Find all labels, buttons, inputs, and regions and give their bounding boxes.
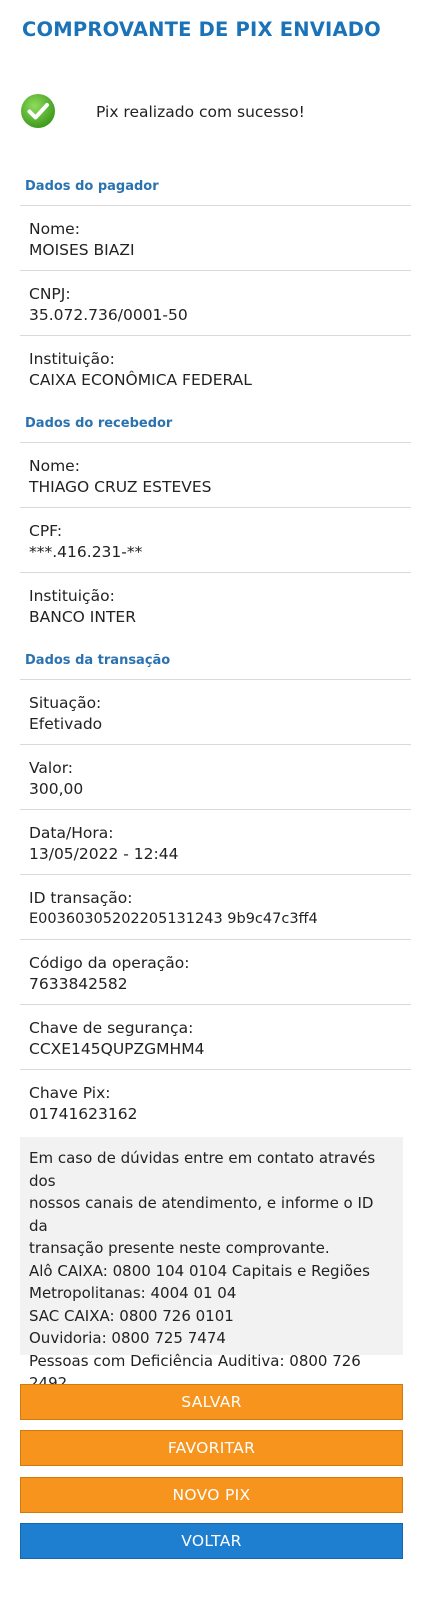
field-value: 13/05/2022 - 12:44 xyxy=(29,845,179,863)
success-text: Pix realizado com sucesso! xyxy=(96,103,305,121)
field-chave-pix: Chave Pix: 01741623162 xyxy=(20,1070,411,1135)
field-label: Instituição: xyxy=(29,350,115,368)
field-label: Situação: xyxy=(29,694,102,712)
section-title-transacao: Dados da transação xyxy=(20,647,411,680)
info-line: Em caso de dúvidas entre em contato atra… xyxy=(29,1149,376,1190)
section-title-pagador: Dados do pagador xyxy=(20,173,411,206)
field-label: Instituição: xyxy=(29,587,115,605)
field-value: ***.416.231-** xyxy=(29,543,143,561)
new-pix-button[interactable]: NOVO PIX xyxy=(20,1477,403,1513)
info-line: Ouvidoria: 0800 725 7474 xyxy=(29,1329,226,1347)
section-title-recebedor: Dados do recebedor xyxy=(20,410,411,443)
field-value: 01741623162 xyxy=(29,1105,138,1123)
field-label: Valor: xyxy=(29,759,74,777)
back-button[interactable]: VOLTAR xyxy=(20,1523,403,1559)
info-line: nossos canais de atendimento, e informe … xyxy=(29,1194,374,1235)
info-line: SAC CAIXA: 0800 726 0101 xyxy=(29,1306,234,1325)
field-label: Data/Hora: xyxy=(29,824,114,842)
field-value: 7633842582 xyxy=(29,975,128,993)
field-label: Código da operação: xyxy=(29,954,190,972)
info-line: Pessoas com Deficiência Auditiva: 0800 7… xyxy=(29,1351,361,1370)
field-label: Nome: xyxy=(29,220,80,238)
field-value: BANCO INTER xyxy=(29,608,136,626)
save-button[interactable]: SALVAR xyxy=(20,1384,403,1420)
field-recebedor-nome: Nome: THIAGO CRUZ ESTEVES xyxy=(20,443,411,508)
field-valor: Valor: 300,00 xyxy=(20,745,411,810)
field-chave-seguranca: Chave de segurança: CCXE145QUPZGMHM4 xyxy=(20,1005,411,1070)
field-label: Nome: xyxy=(29,457,80,475)
section-recebedor: Dados do recebedor Nome: THIAGO CRUZ EST… xyxy=(20,410,411,638)
field-label: Chave Pix: xyxy=(29,1084,111,1102)
page-title: COMPROVANTE DE PIX ENVIADO xyxy=(22,18,381,41)
field-situacao: Situação: Efetivado xyxy=(20,680,411,745)
check-circle-icon xyxy=(20,93,56,129)
success-message: Pix realizado com sucesso! xyxy=(20,93,420,129)
field-recebedor-cpf: CPF: ***.416.231-** xyxy=(20,508,411,573)
favorite-button[interactable]: FAVORITAR xyxy=(20,1430,403,1466)
field-value: MOISES BIAZI xyxy=(29,241,135,259)
field-value: CCXE145QUPZGMHM4 xyxy=(29,1040,205,1058)
field-label: Chave de segurança: xyxy=(29,1019,194,1037)
contact-info-box: Em caso de dúvidas entre em contato atra… xyxy=(20,1137,403,1392)
info-line: Metropolitanas: 4004 01 04 xyxy=(29,1284,237,1302)
section-pagador: Dados do pagador Nome: MOISES BIAZI CNPJ… xyxy=(20,173,411,401)
field-label: CPF: xyxy=(29,522,63,540)
field-pagador-cnpj: CNPJ: 35.072.736/0001-50 xyxy=(20,271,411,336)
field-recebedor-instituicao: Instituição: BANCO INTER xyxy=(20,573,411,638)
field-value: THIAGO CRUZ ESTEVES xyxy=(29,478,212,496)
field-value: Efetivado xyxy=(29,715,103,733)
field-value: E00360305202205131243 9b9c47c3ff4 xyxy=(29,911,318,927)
section-transacao: Dados da transação Situação: Efetivado V… xyxy=(20,647,411,1135)
field-data-hora: Data/Hora: 13/05/2022 - 12:44 xyxy=(20,810,411,875)
field-pagador-instituicao: Instituição: CAIXA ECONÔMICA FEDERAL xyxy=(20,336,411,401)
field-value: 35.072.736/0001-50 xyxy=(29,306,188,324)
field-pagador-nome: Nome: MOISES BIAZI xyxy=(20,206,411,271)
field-id-transacao: ID transação: E00360305202205131243 9b9c… xyxy=(20,875,411,940)
info-line: Alô CAIXA: 0800 104 0104 Capitais e Regi… xyxy=(29,1261,370,1280)
field-label: CNPJ: xyxy=(29,285,71,303)
field-label: ID transação: xyxy=(29,889,133,907)
field-value: 300,00 xyxy=(29,780,84,798)
info-line: transação presente neste comprovante. xyxy=(29,1239,330,1257)
field-value: CAIXA ECONÔMICA FEDERAL xyxy=(29,371,252,389)
field-codigo-operacao: Código da operação: 7633842582 xyxy=(20,940,411,1005)
